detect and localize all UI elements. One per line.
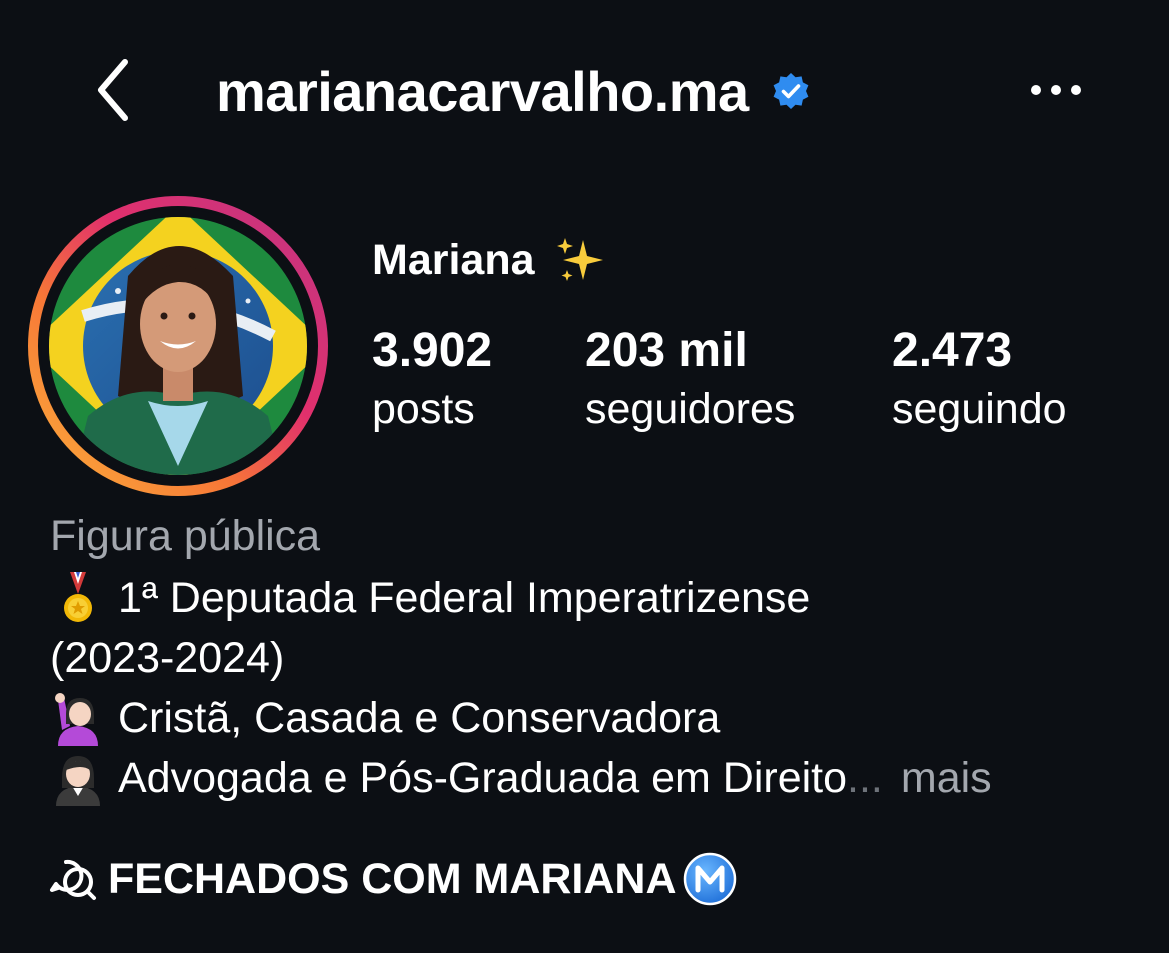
profile-avatar[interactable] [28,196,328,496]
bio-more-link[interactable]: mais [901,750,992,806]
ellipsis-horizontal-icon [1031,85,1081,95]
username: marianacarvalho.ma [216,59,749,123]
channel-label: FECHADOS COM MARIANA [108,854,677,903]
stat-followers-value: 203 mil [585,324,748,377]
stat-followers-label: seguidores [585,385,796,433]
profile-category: Figura pública [50,512,321,560]
broadcast-chat-icon [50,859,96,900]
bio-ellipsis: ... [847,754,883,802]
verified-badge-icon [773,73,809,109]
stat-following[interactable]: 2.473 seguindo [892,322,1067,438]
woman-raising-hand-icon [55,693,98,746]
bio-line: 1ª Deputada Federal Imperatrizense [50,570,810,626]
medal-icon [64,572,92,622]
bio-line: (2023-2024) [50,630,284,686]
bio-line-text: (2023-2024) [50,634,285,682]
chevron-left-icon [98,59,128,121]
display-name: Mariana [372,232,609,288]
back-button[interactable] [88,56,138,124]
woman-icon [56,756,100,806]
stat-followers[interactable]: 203 mil seguidores [585,322,795,438]
m-circle-icon [683,852,736,906]
bio-line-text: Advogada e Pós-Graduada em Direito [118,754,848,802]
bio-line: Advogada e Pós-Graduada em Direito ... m… [50,750,992,806]
stat-posts[interactable]: 3.902 posts [372,322,492,438]
more-options-button[interactable] [1024,70,1088,110]
stat-following-label: seguindo [892,385,1067,433]
sparkles-icon [556,238,603,281]
bio-line-text: 1ª Deputada Federal Imperatrizense [118,574,811,622]
broadcast-channel-link[interactable]: FECHADOS COM MARIANA [48,848,737,910]
stat-following-value: 2.473 [892,324,1013,377]
stat-posts-value: 3.902 [372,324,493,377]
bio-line-text: Cristã, Casada e Conservadora [118,694,721,742]
stat-posts-label: posts [372,385,475,433]
username-header: marianacarvalho.ma [216,56,811,126]
bio-line: Cristã, Casada e Conservadora [50,690,720,746]
display-name-text: Mariana [372,235,535,284]
